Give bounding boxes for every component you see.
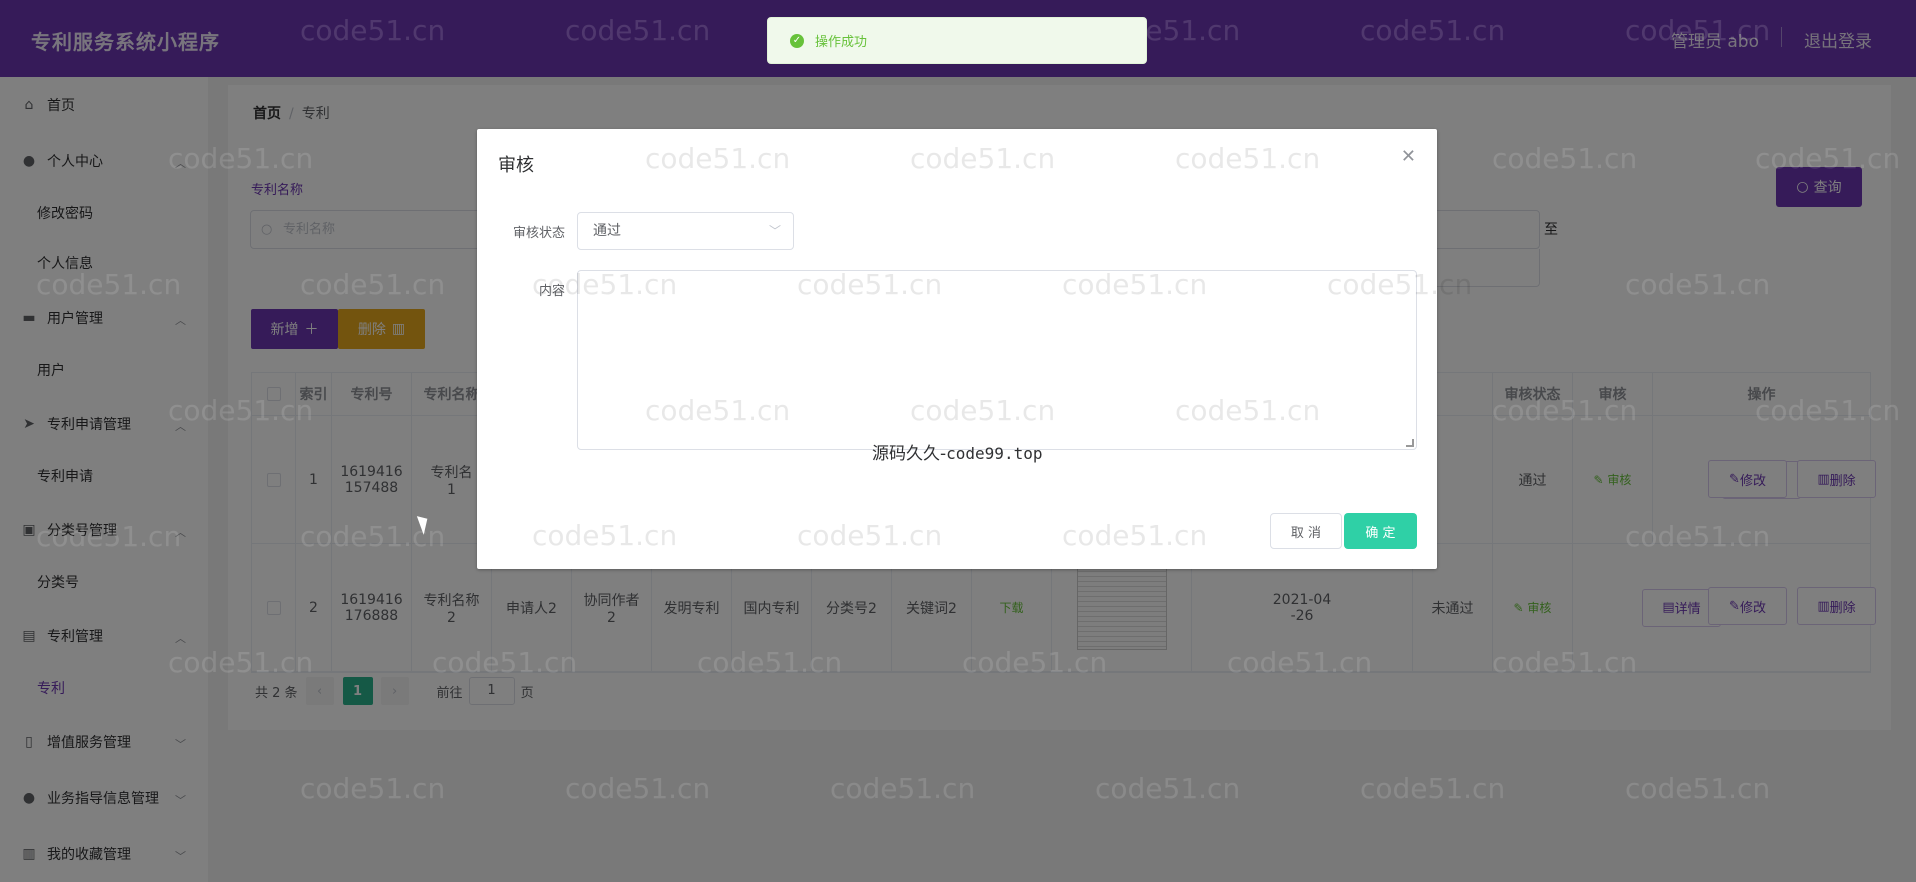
toast-message: 操作成功 <box>815 35 868 50</box>
watermark: code51.cn <box>910 142 1056 175</box>
audit-status-select[interactable]: 通过 ﹀ <box>577 212 794 250</box>
center-text-mono: code99.top <box>946 444 1043 463</box>
watermark: code51.cn <box>532 519 678 552</box>
cancel-button[interactable]: 取 消 <box>1270 513 1342 549</box>
watermark: code51.cn <box>1175 142 1321 175</box>
watermark: code51.cn <box>797 519 943 552</box>
check-circle-icon: ✓ <box>790 33 804 48</box>
resize-handle[interactable] <box>1406 439 1414 447</box>
center-overlay-text: 源码久久-code99.top <box>872 439 1042 464</box>
watermark: code51.cn <box>1062 519 1208 552</box>
watermark: code51.cn <box>645 142 791 175</box>
audit-status-label: 审核状态 <box>512 226 565 241</box>
dialog-title: 审核 <box>498 155 534 176</box>
audit-status-value: 通过 <box>593 223 621 239</box>
confirm-button[interactable]: 确 定 <box>1344 513 1417 549</box>
chevron-down-icon: ﹀ <box>768 224 781 238</box>
content-textarea[interactable] <box>577 270 1417 450</box>
center-text-cn: 源码久久- <box>872 444 947 464</box>
content-label: 内容 <box>538 284 565 299</box>
close-icon[interactable]: ✕ <box>1401 146 1416 167</box>
audit-dialog: 审核 ✕ 审核状态 通过 ﹀ 内容 code51.cn code51.cn co… <box>477 129 1472 569</box>
success-toast: ✓ 操作成功 <box>767 17 1147 64</box>
